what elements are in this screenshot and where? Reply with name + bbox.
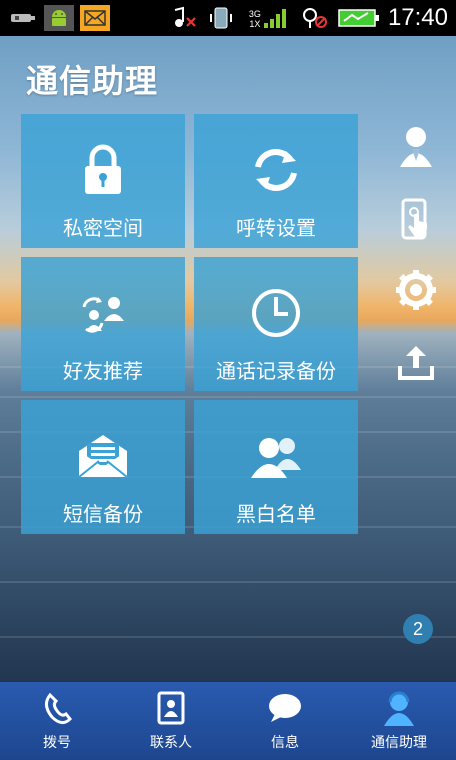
- envelope-icon: [77, 428, 129, 484]
- tile-label: 好友推荐: [63, 359, 143, 383]
- nav-contacts[interactable]: 联系人: [114, 682, 228, 760]
- page-indicator-badge[interactable]: 2: [403, 614, 433, 644]
- nav-dialer[interactable]: 拨号: [0, 682, 114, 760]
- gps-off-icon: [300, 5, 330, 31]
- lock-icon: [83, 142, 123, 198]
- settings-gear-icon: [396, 270, 436, 310]
- profile-button[interactable]: [394, 124, 438, 168]
- call-forward-icon: [250, 142, 302, 198]
- nav-label: 拨号: [43, 735, 71, 751]
- vibrate-icon: [206, 5, 236, 31]
- message-bubble-icon: [267, 690, 303, 726]
- tile-call-forward[interactable]: 呼转设置: [194, 114, 358, 248]
- tile-label: 通话记录备份: [216, 359, 336, 383]
- contacts-group-icon: [249, 428, 303, 484]
- nav-label: 通信助理: [371, 735, 427, 751]
- clock-icon: [250, 285, 302, 341]
- touch-phone-button[interactable]: [394, 198, 438, 242]
- tile-black-white-list[interactable]: 黑白名单: [194, 400, 358, 534]
- dialer-icon: [42, 690, 72, 726]
- bottom-nav: 拨号 联系人 信息 通信助理: [0, 682, 456, 760]
- profile-icon: [400, 127, 432, 167]
- nav-label: 联系人: [150, 735, 192, 751]
- nav-assistant[interactable]: 通信助理: [342, 682, 456, 760]
- signal-3g-icon: 3G 1X: [244, 5, 292, 31]
- music-muted-icon: [168, 5, 198, 31]
- network-label-3g: 3G: [248, 9, 261, 19]
- tile-friend-recommend[interactable]: 好友推荐: [21, 257, 185, 391]
- tile-label: 黑白名单: [236, 502, 316, 526]
- settings-button[interactable]: [394, 268, 438, 312]
- assistant-icon: [382, 690, 416, 726]
- status-time: 17:40: [387, 4, 448, 31]
- contacts-icon: [156, 690, 186, 726]
- page-title: 通信助理: [26, 62, 159, 100]
- nav-messages[interactable]: 信息: [228, 682, 342, 760]
- notification-mail-icon: [80, 5, 110, 31]
- android-debug-icon: [44, 5, 74, 31]
- network-label-1x: 1X: [249, 19, 261, 29]
- nav-label: 信息: [271, 735, 299, 751]
- tile-sms-backup[interactable]: 短信备份: [21, 400, 185, 534]
- tile-label: 呼转设置: [236, 216, 316, 240]
- tile-private-space[interactable]: 私密空间: [21, 114, 185, 248]
- tile-call-log-backup[interactable]: 通话记录备份: [194, 257, 358, 391]
- upload-icon: [398, 346, 434, 380]
- tile-label: 短信备份: [63, 502, 143, 526]
- usb-icon: [8, 5, 38, 31]
- friend-recommend-icon: [78, 285, 128, 341]
- upload-button[interactable]: [394, 340, 438, 384]
- status-bar: 3G 1X 17:40: [0, 0, 456, 36]
- touch-phone-icon: [401, 198, 427, 240]
- tile-label: 私密空间: [63, 216, 143, 240]
- battery-icon: [338, 5, 380, 31]
